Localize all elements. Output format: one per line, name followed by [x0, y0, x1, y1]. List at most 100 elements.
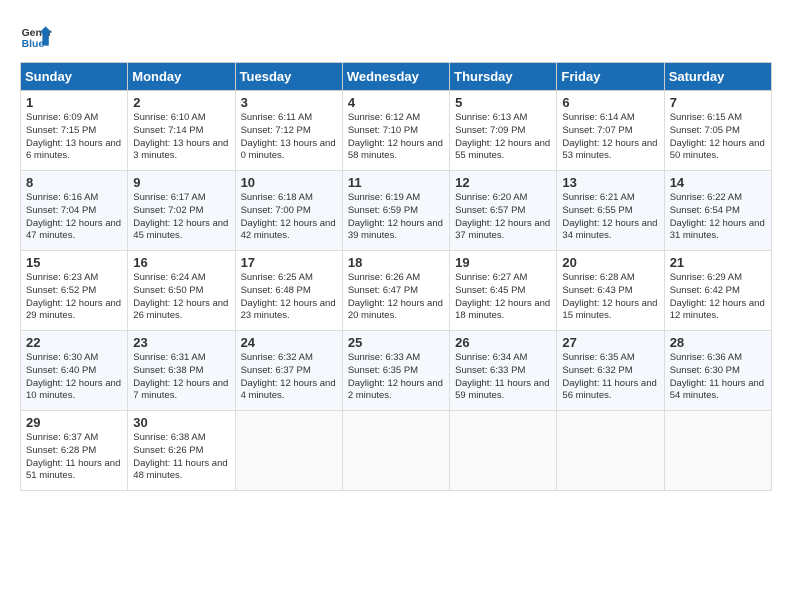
day-info: Sunrise: 6:16 AM Sunset: 7:04 PM Dayligh…	[26, 192, 122, 243]
table-row: 13 Sunrise: 6:21 AM Sunset: 6:55 PM Dayl…	[557, 171, 664, 251]
calendar-week-row: 1 Sunrise: 6:09 AM Sunset: 7:15 PM Dayli…	[21, 91, 772, 171]
day-info: Sunrise: 6:37 AM Sunset: 6:28 PM Dayligh…	[26, 432, 122, 483]
day-number: 8	[26, 175, 122, 190]
day-info: Sunrise: 6:17 AM Sunset: 7:02 PM Dayligh…	[133, 192, 229, 243]
day-number: 22	[26, 335, 122, 350]
day-number: 25	[348, 335, 444, 350]
table-row: 29 Sunrise: 6:37 AM Sunset: 6:28 PM Dayl…	[21, 411, 128, 491]
day-info: Sunrise: 6:31 AM Sunset: 6:38 PM Dayligh…	[133, 352, 229, 403]
day-info: Sunrise: 6:20 AM Sunset: 6:57 PM Dayligh…	[455, 192, 551, 243]
table-row	[664, 411, 771, 491]
day-info: Sunrise: 6:18 AM Sunset: 7:00 PM Dayligh…	[241, 192, 337, 243]
table-row: 23 Sunrise: 6:31 AM Sunset: 6:38 PM Dayl…	[128, 331, 235, 411]
day-info: Sunrise: 6:29 AM Sunset: 6:42 PM Dayligh…	[670, 272, 766, 323]
table-row: 17 Sunrise: 6:25 AM Sunset: 6:48 PM Dayl…	[235, 251, 342, 331]
day-number: 6	[562, 95, 658, 110]
table-row: 1 Sunrise: 6:09 AM Sunset: 7:15 PM Dayli…	[21, 91, 128, 171]
table-row: 3 Sunrise: 6:11 AM Sunset: 7:12 PM Dayli…	[235, 91, 342, 171]
day-number: 5	[455, 95, 551, 110]
day-info: Sunrise: 6:10 AM Sunset: 7:14 PM Dayligh…	[133, 112, 229, 163]
day-info: Sunrise: 6:23 AM Sunset: 6:52 PM Dayligh…	[26, 272, 122, 323]
day-number: 17	[241, 255, 337, 270]
day-number: 18	[348, 255, 444, 270]
day-info: Sunrise: 6:38 AM Sunset: 6:26 PM Dayligh…	[133, 432, 229, 483]
header-friday: Friday	[557, 63, 664, 91]
table-row: 22 Sunrise: 6:30 AM Sunset: 6:40 PM Dayl…	[21, 331, 128, 411]
header-wednesday: Wednesday	[342, 63, 449, 91]
day-number: 30	[133, 415, 229, 430]
calendar-week-row: 29 Sunrise: 6:37 AM Sunset: 6:28 PM Dayl…	[21, 411, 772, 491]
svg-text:Blue: Blue	[22, 39, 45, 50]
day-number: 29	[26, 415, 122, 430]
table-row: 15 Sunrise: 6:23 AM Sunset: 6:52 PM Dayl…	[21, 251, 128, 331]
day-number: 27	[562, 335, 658, 350]
day-info: Sunrise: 6:28 AM Sunset: 6:43 PM Dayligh…	[562, 272, 658, 323]
day-number: 1	[26, 95, 122, 110]
table-row: 27 Sunrise: 6:35 AM Sunset: 6:32 PM Dayl…	[557, 331, 664, 411]
logo-icon: General Blue	[20, 20, 52, 52]
day-number: 14	[670, 175, 766, 190]
table-row: 8 Sunrise: 6:16 AM Sunset: 7:04 PM Dayli…	[21, 171, 128, 251]
day-info: Sunrise: 6:11 AM Sunset: 7:12 PM Dayligh…	[241, 112, 337, 163]
header-thursday: Thursday	[450, 63, 557, 91]
day-info: Sunrise: 6:33 AM Sunset: 6:35 PM Dayligh…	[348, 352, 444, 403]
day-number: 21	[670, 255, 766, 270]
day-number: 23	[133, 335, 229, 350]
day-number: 20	[562, 255, 658, 270]
table-row: 6 Sunrise: 6:14 AM Sunset: 7:07 PM Dayli…	[557, 91, 664, 171]
day-number: 24	[241, 335, 337, 350]
table-row: 2 Sunrise: 6:10 AM Sunset: 7:14 PM Dayli…	[128, 91, 235, 171]
header-saturday: Saturday	[664, 63, 771, 91]
table-row: 24 Sunrise: 6:32 AM Sunset: 6:37 PM Dayl…	[235, 331, 342, 411]
table-row: 25 Sunrise: 6:33 AM Sunset: 6:35 PM Dayl…	[342, 331, 449, 411]
table-row: 26 Sunrise: 6:34 AM Sunset: 6:33 PM Dayl…	[450, 331, 557, 411]
calendar-week-row: 15 Sunrise: 6:23 AM Sunset: 6:52 PM Dayl…	[21, 251, 772, 331]
day-info: Sunrise: 6:32 AM Sunset: 6:37 PM Dayligh…	[241, 352, 337, 403]
calendar-table: Sunday Monday Tuesday Wednesday Thursday…	[20, 62, 772, 491]
table-row: 4 Sunrise: 6:12 AM Sunset: 7:10 PM Dayli…	[342, 91, 449, 171]
table-row: 11 Sunrise: 6:19 AM Sunset: 6:59 PM Dayl…	[342, 171, 449, 251]
header-sunday: Sunday	[21, 63, 128, 91]
table-row: 16 Sunrise: 6:24 AM Sunset: 6:50 PM Dayl…	[128, 251, 235, 331]
day-number: 10	[241, 175, 337, 190]
table-row: 12 Sunrise: 6:20 AM Sunset: 6:57 PM Dayl…	[450, 171, 557, 251]
day-info: Sunrise: 6:30 AM Sunset: 6:40 PM Dayligh…	[26, 352, 122, 403]
day-info: Sunrise: 6:21 AM Sunset: 6:55 PM Dayligh…	[562, 192, 658, 243]
day-info: Sunrise: 6:19 AM Sunset: 6:59 PM Dayligh…	[348, 192, 444, 243]
table-row	[235, 411, 342, 491]
day-info: Sunrise: 6:26 AM Sunset: 6:47 PM Dayligh…	[348, 272, 444, 323]
table-row	[557, 411, 664, 491]
day-info: Sunrise: 6:35 AM Sunset: 6:32 PM Dayligh…	[562, 352, 658, 403]
table-row: 7 Sunrise: 6:15 AM Sunset: 7:05 PM Dayli…	[664, 91, 771, 171]
day-number: 9	[133, 175, 229, 190]
weekday-header-row: Sunday Monday Tuesday Wednesday Thursday…	[21, 63, 772, 91]
table-row: 5 Sunrise: 6:13 AM Sunset: 7:09 PM Dayli…	[450, 91, 557, 171]
day-info: Sunrise: 6:14 AM Sunset: 7:07 PM Dayligh…	[562, 112, 658, 163]
table-row: 19 Sunrise: 6:27 AM Sunset: 6:45 PM Dayl…	[450, 251, 557, 331]
day-info: Sunrise: 6:13 AM Sunset: 7:09 PM Dayligh…	[455, 112, 551, 163]
day-number: 16	[133, 255, 229, 270]
table-row: 28 Sunrise: 6:36 AM Sunset: 6:30 PM Dayl…	[664, 331, 771, 411]
table-row: 14 Sunrise: 6:22 AM Sunset: 6:54 PM Dayl…	[664, 171, 771, 251]
day-info: Sunrise: 6:09 AM Sunset: 7:15 PM Dayligh…	[26, 112, 122, 163]
day-info: Sunrise: 6:25 AM Sunset: 6:48 PM Dayligh…	[241, 272, 337, 323]
day-number: 7	[670, 95, 766, 110]
day-number: 28	[670, 335, 766, 350]
table-row: 9 Sunrise: 6:17 AM Sunset: 7:02 PM Dayli…	[128, 171, 235, 251]
table-row	[342, 411, 449, 491]
calendar-week-row: 8 Sunrise: 6:16 AM Sunset: 7:04 PM Dayli…	[21, 171, 772, 251]
day-info: Sunrise: 6:34 AM Sunset: 6:33 PM Dayligh…	[455, 352, 551, 403]
day-info: Sunrise: 6:36 AM Sunset: 6:30 PM Dayligh…	[670, 352, 766, 403]
day-number: 26	[455, 335, 551, 350]
day-number: 19	[455, 255, 551, 270]
table-row: 18 Sunrise: 6:26 AM Sunset: 6:47 PM Dayl…	[342, 251, 449, 331]
day-number: 3	[241, 95, 337, 110]
header-monday: Monday	[128, 63, 235, 91]
table-row: 20 Sunrise: 6:28 AM Sunset: 6:43 PM Dayl…	[557, 251, 664, 331]
table-row: 21 Sunrise: 6:29 AM Sunset: 6:42 PM Dayl…	[664, 251, 771, 331]
table-row	[450, 411, 557, 491]
day-info: Sunrise: 6:15 AM Sunset: 7:05 PM Dayligh…	[670, 112, 766, 163]
day-number: 12	[455, 175, 551, 190]
day-number: 2	[133, 95, 229, 110]
day-number: 13	[562, 175, 658, 190]
